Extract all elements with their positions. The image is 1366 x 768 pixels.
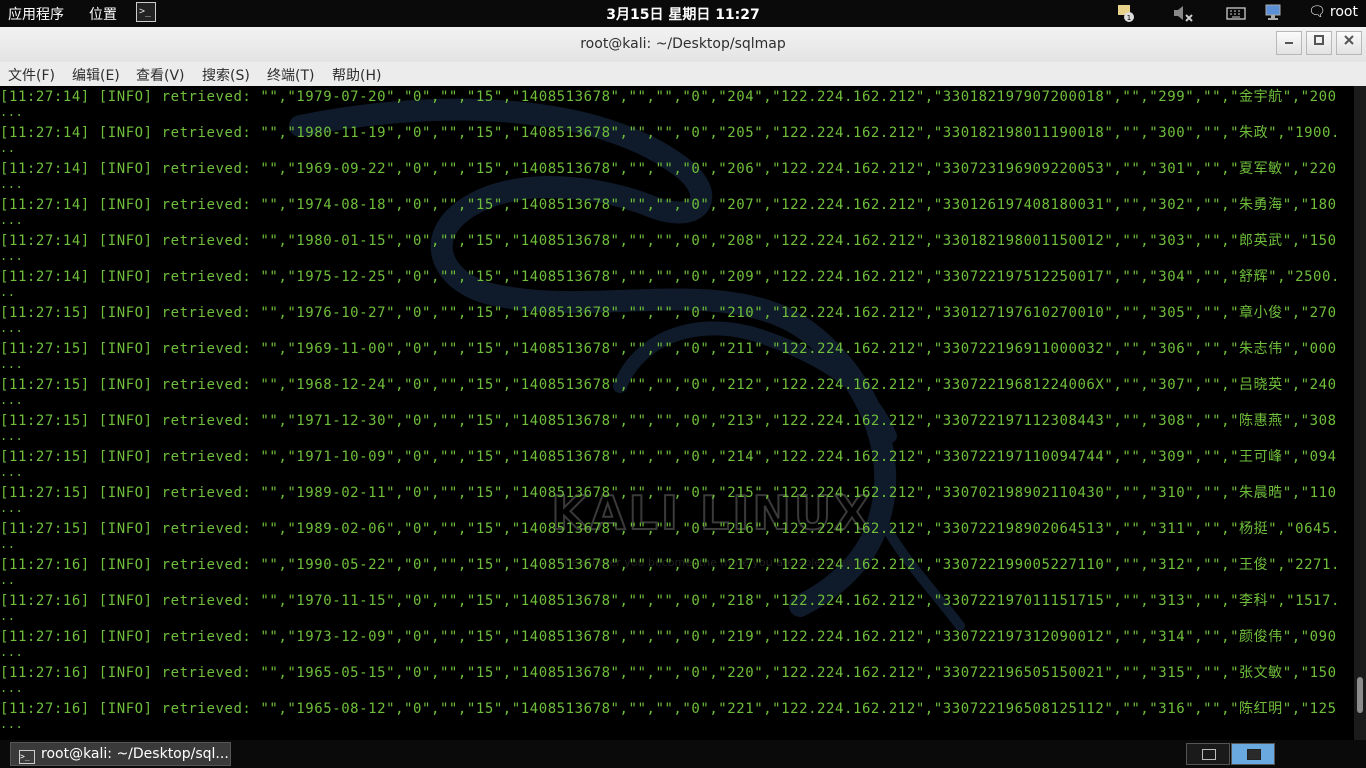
log-line-text: [11:27:16] [INFO] retrieved: "","1970-11… — [0, 593, 1340, 609]
log-line-continuation: ... — [0, 717, 24, 731]
log-line-text: [11:27:14] [INFO] retrieved: "","1969-09… — [0, 161, 1337, 177]
terminal-scrollbar[interactable] — [1354, 86, 1366, 740]
log-line: [11:27:16] [INFO] retrieved: "","1965-08… — [0, 700, 1354, 736]
log-line-text: [11:27:16] [INFO] retrieved: "","1990-05… — [0, 557, 1340, 573]
terminal-output[interactable]: KALI LINUX "the quieter you become, the … — [0, 86, 1354, 740]
log-line: [11:27:16] [INFO] retrieved: "","1990-05… — [0, 556, 1354, 592]
log-line: [11:27:16] [INFO] retrieved: "","1973-12… — [0, 628, 1354, 664]
log-line-continuation: ... — [0, 321, 24, 335]
log-line-text: [11:27:16] [INFO] retrieved: "","1965-05… — [0, 665, 1337, 681]
menu-search[interactable]: 搜索(S) — [202, 65, 250, 85]
log-line-text: [11:27:15] [INFO] retrieved: "","1971-10… — [0, 449, 1337, 465]
svg-text:1: 1 — [1127, 14, 1131, 22]
log-line-text: [11:27:14] [INFO] retrieved: "","1979-07… — [0, 89, 1337, 105]
user-name: root — [1329, 4, 1358, 20]
log-line: [11:27:15] [INFO] retrieved: "","1989-02… — [0, 484, 1354, 520]
log-line-text: [11:27:15] [INFO] retrieved: "","1976-10… — [0, 305, 1337, 321]
menu-edit[interactable]: 编辑(E) — [72, 65, 120, 85]
log-line-text: [11:27:14] [INFO] retrieved: "","1975-12… — [0, 269, 1340, 285]
log-line-text: [11:27:15] [INFO] retrieved: "","1989-02… — [0, 521, 1340, 537]
workspace-window-thumb — [1202, 749, 1216, 760]
taskbar-window-button[interactable]: >_ root@kali: ~/Desktop/sql... — [10, 742, 231, 766]
log-line: [11:27:14] [INFO] retrieved: "","1980-11… — [0, 124, 1354, 160]
log-line-text: [11:27:15] [INFO] retrieved: "","1968-12… — [0, 377, 1337, 393]
log-line-continuation: ... — [0, 393, 24, 407]
log-line: [11:27:15] [INFO] retrieved: "","1976-10… — [0, 304, 1354, 340]
log-line-continuation: ... — [0, 249, 24, 263]
chat-icon: 🗨 — [1308, 4, 1326, 20]
log-line-continuation: ... — [0, 645, 24, 659]
log-line: [11:27:14] [INFO] retrieved: "","1969-09… — [0, 160, 1354, 196]
close-icon — [1344, 35, 1354, 45]
menu-help[interactable]: 帮助(H) — [332, 65, 381, 85]
log-line: [11:27:14] [INFO] retrieved: "","1980-01… — [0, 232, 1354, 268]
log-line-text: [11:27:14] [INFO] retrieved: "","1980-11… — [0, 125, 1340, 141]
clock[interactable]: 3月15日 星期日 11:27 — [606, 7, 760, 23]
applications-menu[interactable]: 应用程序 — [8, 4, 64, 24]
log-line: [11:27:15] [INFO] retrieved: "","1989-02… — [0, 520, 1354, 556]
log-line-continuation: ... — [0, 429, 24, 443]
workspace-2[interactable] — [1231, 743, 1275, 765]
workspace-1[interactable] — [1186, 743, 1230, 765]
log-line-text: [11:27:16] [INFO] retrieved: "","1965-08… — [0, 701, 1337, 717]
log-line-continuation: .. — [0, 573, 16, 587]
log-line: [11:27:14] [INFO] retrieved: "","1975-12… — [0, 268, 1354, 304]
places-menu[interactable]: 位置 — [89, 4, 117, 24]
menu-file[interactable]: 文件(F) — [8, 65, 55, 85]
volume-muted-icon[interactable] — [1172, 3, 1194, 23]
log-line-text: [11:27:16] [INFO] retrieved: "","1973-12… — [0, 629, 1337, 645]
log-line-text: [11:27:15] [INFO] retrieved: "","1989-02… — [0, 485, 1337, 501]
log-line-continuation: ... — [0, 357, 24, 371]
minimize-button[interactable] — [1276, 31, 1302, 55]
log-line-continuation: ... — [0, 213, 24, 227]
log-line-continuation: ... — [0, 177, 24, 191]
menu-terminal[interactable]: 终端(T) — [267, 65, 314, 85]
log-line: [11:27:16] [INFO] retrieved: "","1965-05… — [0, 664, 1354, 700]
log-line-text: [11:27:14] [INFO] retrieved: "","1980-01… — [0, 233, 1337, 249]
notification-icon[interactable]: 1 — [1115, 3, 1137, 23]
log-line-text: [11:27:14] [INFO] retrieved: "","1974-08… — [0, 197, 1337, 213]
menu-view[interactable]: 查看(V) — [136, 65, 185, 85]
log-line-text: [11:27:15] [INFO] retrieved: "","1969-11… — [0, 341, 1337, 357]
user-menu[interactable]: 🗨 root — [1308, 4, 1358, 20]
log-line: [11:27:14] [INFO] retrieved: "","1974-08… — [0, 196, 1354, 232]
log-line-continuation: .. — [0, 141, 16, 155]
log-line-continuation: .. — [0, 609, 16, 623]
menubar: 文件(F) 编辑(E) 查看(V) 搜索(S) 终端(T) 帮助(H) — [0, 62, 1366, 86]
log-line: [11:27:14] [INFO] retrieved: "","1979-07… — [0, 88, 1354, 124]
log-line: [11:27:15] [INFO] retrieved: "","1971-12… — [0, 412, 1354, 448]
close-button[interactable] — [1336, 31, 1362, 55]
log-line: [11:27:15] [INFO] retrieved: "","1971-10… — [0, 448, 1354, 484]
keyboard-icon[interactable] — [1225, 3, 1247, 23]
minimize-icon — [1285, 42, 1293, 44]
log-line-continuation: .. — [0, 537, 16, 551]
log-line-continuation: .. — [0, 285, 16, 299]
log-line-continuation: ... — [0, 105, 24, 119]
bottom-taskbar: >_ root@kali: ~/Desktop/sql... — [0, 740, 1366, 768]
window-title: root@kali: ~/Desktop/sqlmap — [580, 36, 786, 52]
network-icon[interactable] — [1263, 3, 1285, 23]
log-line: [11:27:16] [INFO] retrieved: "","1970-11… — [0, 592, 1354, 628]
maximize-icon — [1314, 35, 1324, 45]
scrollbar-thumb[interactable] — [1357, 677, 1363, 713]
taskbar-window-label: root@kali: ~/Desktop/sql... — [41, 746, 229, 762]
terminal-launcher-icon[interactable]: >_ — [136, 2, 156, 22]
log-line-continuation: ... — [0, 465, 24, 479]
log-lines: [11:27:14] [INFO] retrieved: "","1979-07… — [0, 88, 1354, 736]
workspace-window-thumb — [1247, 749, 1261, 760]
log-line: [11:27:15] [INFO] retrieved: "","1968-12… — [0, 376, 1354, 412]
maximize-button[interactable] — [1306, 31, 1332, 55]
top-panel: 应用程序 位置 >_ 3月15日 星期日 11:27 1 🗨 root — [0, 0, 1366, 27]
log-line-continuation: ... — [0, 681, 24, 695]
log-line-continuation: ... — [0, 501, 24, 515]
log-line-text: [11:27:15] [INFO] retrieved: "","1971-12… — [0, 413, 1337, 429]
log-line: [11:27:15] [INFO] retrieved: "","1969-11… — [0, 340, 1354, 376]
terminal-icon: >_ — [19, 750, 35, 764]
window-titlebar[interactable]: root@kali: ~/Desktop/sqlmap — [0, 27, 1366, 63]
